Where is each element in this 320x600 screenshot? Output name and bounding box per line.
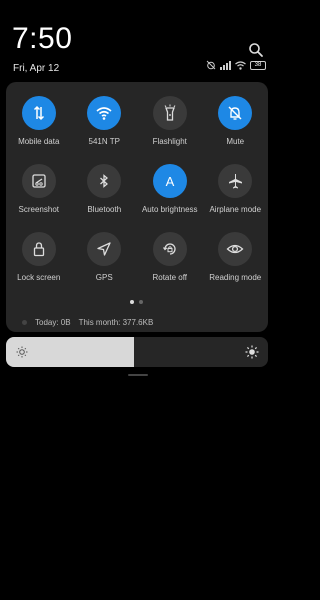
status-bar: 38	[206, 60, 266, 70]
signal-icon	[220, 60, 231, 70]
toggle-flashlight[interactable]: Flashlight	[137, 96, 203, 164]
quick-settings-panel: Mobile data 541N TP Flashlight Mute Screensh…	[6, 82, 268, 332]
date-label: Fri, Apr 12	[13, 63, 60, 74]
toggle-button[interactable]	[152, 96, 187, 130]
toggle-label: Mobile data	[18, 137, 60, 146]
toggle-rotate-off[interactable]: Rotate off	[137, 232, 203, 300]
toggle-button[interactable]	[152, 232, 187, 266]
toggle-mobile-data[interactable]: Mobile data	[6, 96, 72, 164]
toggle-label: Auto brightness	[141, 205, 198, 214]
toggle-button[interactable]: A	[152, 164, 187, 198]
eye-icon	[226, 244, 244, 254]
page-dot	[139, 300, 143, 304]
toggle-gps[interactable]: GPS	[72, 232, 138, 300]
brightness-slider[interactable]	[6, 337, 268, 367]
toggle-label: Lock screen	[17, 273, 61, 282]
toggle-button[interactable]	[21, 164, 56, 198]
brightness-high-icon	[245, 345, 259, 359]
toggle-bluetooth[interactable]: Bluetooth	[72, 164, 138, 232]
toggle-button[interactable]	[21, 96, 56, 130]
toggle-label: Airplane mode	[209, 205, 262, 214]
toggle-auto-brightness[interactable]: A Auto brightness	[137, 164, 203, 232]
toggle-screenshot[interactable]: Screenshot	[6, 164, 72, 232]
toggle-button[interactable]	[87, 232, 122, 266]
airplane-icon	[229, 174, 243, 189]
data-usage: Today: 0B This month: 377.6KB	[22, 318, 153, 327]
toggle-reading-mode[interactable]: Reading mode	[203, 232, 269, 300]
toggle-button[interactable]	[21, 232, 56, 266]
toggle-541n-tp[interactable]: 541N TP	[72, 96, 138, 164]
toggle-button[interactable]	[218, 96, 253, 130]
bluetooth-icon	[100, 174, 109, 188]
toggle-button[interactable]	[218, 164, 253, 198]
search-icon[interactable]	[248, 42, 264, 58]
brightness-a-icon: A	[165, 174, 174, 189]
brightness-low-icon	[16, 346, 28, 358]
clock-time: 7:50	[12, 22, 73, 55]
wifi-icon	[96, 107, 112, 120]
toggle-button[interactable]	[87, 96, 122, 130]
usage-dot	[22, 320, 27, 325]
rotate-lock-icon	[162, 243, 176, 255]
page-dot-active	[130, 300, 134, 304]
toggle-label: Bluetooth	[87, 205, 122, 214]
page-indicator	[130, 300, 143, 304]
toggle-label: GPS	[95, 273, 113, 282]
arrows-updown-icon	[33, 105, 44, 121]
alarm-off-icon	[206, 60, 216, 70]
toggle-label: Screenshot	[18, 205, 59, 214]
toggle-grid: Mobile data 541N TP Flashlight Mute Screensh…	[6, 96, 268, 300]
toggle-airplane-mode[interactable]: Airplane mode	[203, 164, 269, 232]
svg-text:A: A	[165, 174, 174, 189]
toggle-label: Rotate off	[152, 273, 188, 282]
drag-handle[interactable]	[128, 374, 148, 376]
toggle-label: Mute	[226, 137, 245, 146]
usage-today: Today: 0B	[35, 318, 71, 327]
gps-icon	[97, 242, 111, 256]
flashlight-icon	[164, 104, 176, 121]
toggle-button[interactable]	[218, 232, 253, 266]
battery-icon: 38	[250, 60, 266, 70]
toggle-label: Reading mode	[209, 273, 262, 282]
wifi-status-icon	[235, 60, 246, 70]
toggle-button[interactable]	[87, 164, 122, 198]
toggle-label: Flashlight	[152, 137, 187, 146]
toggle-mute[interactable]: Mute	[203, 96, 269, 164]
toggle-lock-screen[interactable]: Lock screen	[6, 232, 72, 300]
lock-icon	[33, 242, 44, 257]
usage-month: This month: 377.6KB	[78, 318, 154, 327]
toggle-label: 541N TP	[88, 137, 120, 146]
bell-mute-icon	[228, 106, 242, 120]
screenshot-icon	[32, 174, 46, 188]
